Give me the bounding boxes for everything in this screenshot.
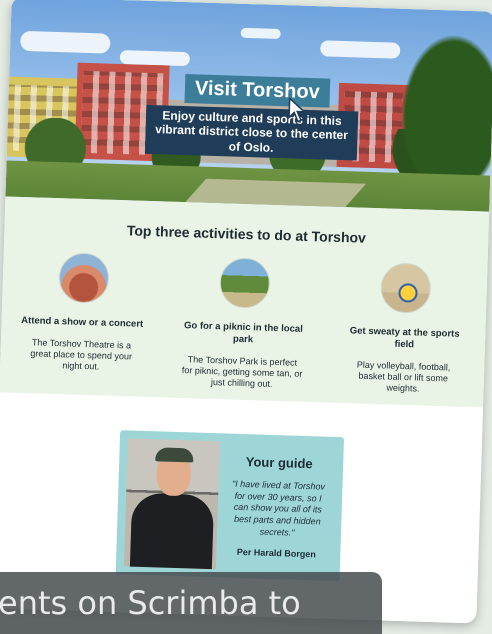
activity-description: The Torshov Park is perfect for piknic, …	[181, 354, 303, 390]
activities-heading: Top three activities to do at Torshov	[126, 222, 367, 246]
activity-description: Play volleyball, football, basket ball o…	[356, 359, 451, 394]
activities-section: Top three activities to do at Torshov At…	[0, 196, 490, 408]
webpage-card: Visit Torshov Enjoy culture and sports i…	[0, 0, 492, 624]
mouse-cursor-icon	[288, 97, 307, 123]
activities-list: Attend a show or a concert The Torshov T…	[0, 250, 488, 397]
cloud	[320, 40, 401, 59]
hero-subtitle: Enjoy culture and sports in this vibrant…	[144, 104, 359, 161]
park-path	[185, 178, 367, 208]
guide-card: Your guide "I have lived at Torshov for …	[115, 430, 345, 582]
activity-title: Go for a piknic in the local park	[183, 320, 303, 346]
guide-photo	[123, 438, 220, 570]
park-image	[219, 257, 271, 309]
video-caption-overlay: ents on Scrimba to	[0, 572, 382, 634]
activity-item-park: Go for a piknic in the local park The To…	[177, 256, 311, 392]
activity-item-sports: Get sweaty at the sports field Play voll…	[338, 261, 472, 397]
volleyball-image	[380, 262, 432, 314]
guide-text: Your guide "I have lived at Torshov for …	[216, 441, 336, 573]
cloud	[20, 30, 111, 54]
activity-item-theatre: Attend a show or a concert The Torshov T…	[15, 251, 149, 387]
hero-title: Visit Torshov	[184, 74, 331, 108]
activity-description: The Torshov Theatre is a great place to …	[30, 337, 133, 372]
hero-section: Visit Torshov Enjoy culture and sports i…	[5, 0, 492, 212]
guide-name: Per Harald Borgen	[236, 547, 317, 560]
cloud	[240, 27, 281, 40]
activity-title: Get sweaty at the sports field	[349, 325, 460, 351]
guide-quote: "I have lived at Torshov for over 30 yea…	[231, 478, 326, 538]
theatre-image	[57, 252, 110, 304]
guide-heading: Your guide	[245, 454, 313, 472]
activity-title: Attend a show or a concert	[21, 315, 144, 330]
